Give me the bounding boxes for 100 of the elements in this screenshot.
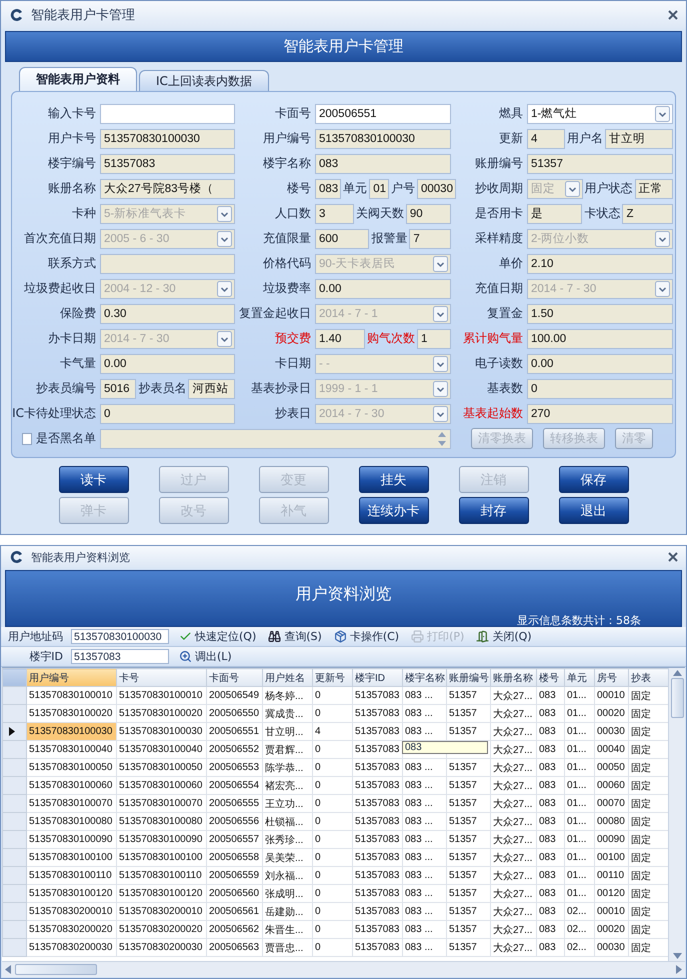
input-field[interactable]: 51357083 [71, 649, 169, 664]
column-header[interactable]: 单元 [564, 668, 594, 686]
readonly-field[interactable]: 513570830100030 [315, 128, 451, 148]
field-label: 用户状态 [584, 180, 632, 197]
table-cell: 51357083 [352, 794, 402, 812]
column-header[interactable]: 楼号 [536, 668, 564, 686]
readonly-field[interactable]: 3 [315, 204, 354, 224]
scroll-up-icon[interactable] [672, 670, 682, 676]
readonly-field[interactable]: 083 [315, 178, 342, 198]
scroll-right-icon[interactable] [676, 965, 682, 974]
column-header[interactable]: 卡面号 [206, 668, 262, 686]
readonly-field[interactable]: 5016 [100, 378, 136, 398]
command-button[interactable]: 封存 [458, 497, 528, 524]
row-header[interactable] [2, 722, 26, 740]
table-cell: 51357 [446, 848, 490, 866]
readonly-field[interactable]: 0.00 [100, 354, 235, 374]
readonly-field[interactable]: 1.50 [527, 304, 673, 324]
readonly-field[interactable]: 是 [527, 204, 582, 224]
table-corner[interactable] [2, 668, 26, 686]
scroll-thumb[interactable] [15, 964, 97, 975]
table-cell: 083 [536, 686, 564, 704]
readonly-field[interactable]: 51357 [527, 154, 673, 174]
readonly-field[interactable]: 大众27号院83号楼（ [100, 178, 235, 198]
toolbar-button[interactable]: 快速定位(Q) [177, 629, 258, 644]
close-icon[interactable] [668, 552, 678, 562]
readonly-field[interactable]: 0 [100, 404, 235, 424]
readonly-field[interactable]: 90 [406, 204, 452, 224]
horizontal-scrollbar[interactable] [2, 961, 685, 977]
scroll-down-icon[interactable] [672, 953, 682, 959]
vertical-scrollbar[interactable] [668, 668, 685, 961]
toolbar-button[interactable]: 关闭(Q) [474, 629, 534, 644]
column-header[interactable]: 楼宇ID [352, 668, 402, 686]
column-header[interactable]: 卡号 [116, 668, 206, 686]
scroll-left-icon[interactable] [5, 965, 11, 974]
toolbar-button[interactable]: 调出(L) [177, 649, 234, 664]
column-header[interactable]: 账册名称 [490, 668, 536, 686]
readonly-field[interactable] [100, 254, 235, 274]
input-field[interactable]: 513570830100030 [71, 629, 169, 644]
scroll-thumb[interactable] [670, 678, 684, 718]
column-header[interactable]: 账册编号 [446, 668, 490, 686]
readonly-field[interactable]: 2.10 [527, 254, 673, 274]
chevron-down-icon [564, 180, 580, 196]
command-button[interactable]: 挂失 [358, 466, 428, 493]
table-cell: 513570830100020 [26, 704, 116, 722]
readonly-field[interactable]: 0.00 [315, 278, 451, 298]
readonly-field[interactable]: 600 [315, 228, 370, 248]
tab[interactable]: 智能表用户资料 [19, 67, 137, 91]
column-header[interactable]: 抄表 [628, 668, 668, 686]
tab[interactable]: IC上回读表内数据 [139, 70, 269, 91]
table-cell: 51357083 [352, 758, 402, 776]
dropdown-field[interactable]: 1-燃气灶 [527, 104, 673, 124]
readonly-field[interactable]: 270 [527, 404, 673, 424]
readonly-field[interactable]: 甘立明 [605, 128, 673, 148]
toolbar-label: 用户地址码 [7, 629, 63, 644]
input-field[interactable]: 200506551 [315, 104, 451, 124]
memo-field[interactable] [100, 428, 451, 448]
blacklist-checkbox[interactable] [22, 432, 32, 444]
readonly-field[interactable]: 513570830100030 [100, 128, 235, 148]
column-header[interactable]: 房号 [594, 668, 628, 686]
readonly-field[interactable]: 0.30 [100, 304, 235, 324]
chevron-down-icon [217, 280, 232, 296]
readonly-field[interactable]: 河西站 [188, 378, 235, 398]
toolbar-button[interactable]: 查询(S) [266, 629, 324, 644]
readonly-field[interactable]: 7 [409, 228, 451, 248]
close-icon[interactable] [668, 10, 678, 20]
command-button[interactable]: 保存 [558, 466, 628, 493]
table-cell: 513570830100050 [26, 758, 116, 776]
input-field[interactable] [100, 104, 235, 124]
column-header[interactable]: 用户编号 [26, 668, 116, 686]
field-label: 卡气量 [60, 355, 96, 372]
readonly-field[interactable]: 1.40 [315, 328, 365, 348]
column-header[interactable]: 楼宇名称 [402, 668, 446, 686]
column-header[interactable]: 用户姓名 [262, 668, 312, 686]
table-cell: 02... [564, 920, 594, 938]
table-cell: 大众27... [490, 722, 536, 740]
check-icon [179, 630, 192, 643]
readonly-field[interactable]: 083 [315, 154, 451, 174]
command-button[interactable]: 退出 [558, 497, 628, 524]
table-cell: 大众27... [490, 920, 536, 938]
table-cell: 0 [312, 812, 352, 830]
readonly-field[interactable]: Z [622, 204, 673, 224]
readonly-field[interactable]: 100.00 [527, 328, 673, 348]
readonly-field[interactable]: 0 [527, 378, 673, 398]
readonly-field[interactable]: 01 [369, 178, 389, 198]
table-cell: 083 ... [402, 848, 446, 866]
readonly-field[interactable]: 4 [527, 128, 566, 148]
readonly-field[interactable]: 正常 [634, 178, 673, 198]
readonly-field[interactable]: 00030 [416, 178, 456, 198]
spin-arrows-icon[interactable] [436, 430, 448, 448]
table-cell: 00030 [594, 938, 628, 956]
table-cell: 00020 [594, 920, 628, 938]
readonly-field[interactable]: 51357083 [100, 154, 235, 174]
command-button[interactable]: 连续办卡 [358, 497, 428, 524]
command-button[interactable]: 读卡 [58, 466, 128, 493]
table-cell: 200506563 [206, 938, 262, 956]
readonly-field[interactable]: 0.00 [527, 354, 673, 374]
readonly-field[interactable]: 1 [417, 328, 452, 348]
column-header[interactable]: 更新号 [312, 668, 352, 686]
table-cell: 51357 [446, 776, 490, 794]
toolbar-button[interactable]: 卡操作(C) [332, 629, 402, 644]
